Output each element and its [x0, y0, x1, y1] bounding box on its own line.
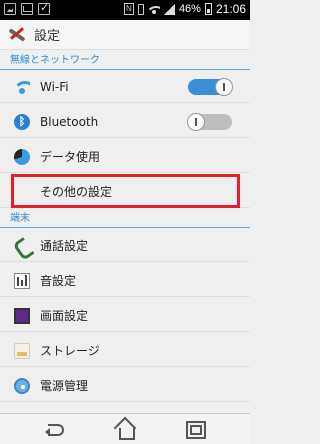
settings-item-bluetooth[interactable]: ᛒ Bluetooth [0, 106, 250, 138]
settings-item-label: Bluetooth [40, 114, 99, 129]
settings-item-label: データ使用 [40, 150, 101, 164]
display-icon [14, 307, 30, 324]
battery-icon [204, 3, 212, 15]
wifi-icon [14, 79, 30, 95]
nfc-icon: N [123, 3, 134, 15]
settings-item-label: 画面設定 [40, 309, 89, 323]
battery-percent: 46% [178, 3, 201, 15]
image-notification-icon [4, 3, 16, 15]
settings-item-label: ストレージ [40, 344, 100, 358]
bluetooth-icon: ᛒ [14, 113, 30, 130]
bluetooth-toggle[interactable] [187, 113, 232, 131]
settings-item-call[interactable]: 通話設定 [0, 230, 250, 262]
clock: 21:06 [215, 2, 246, 16]
storage-icon [14, 342, 30, 359]
signal-icon [163, 3, 175, 15]
back-icon[interactable] [44, 418, 68, 440]
notification-icons [4, 1, 50, 15]
status-bar: N 46% 21:06 [0, 0, 250, 20]
settings-item-label: 音設定 [40, 274, 77, 288]
settings-item-data-usage[interactable]: データ使用 [0, 141, 250, 173]
data-usage-icon [14, 148, 30, 165]
wifi-toggle[interactable] [188, 78, 233, 96]
toggle-knob [187, 113, 205, 131]
phone-icon [14, 238, 30, 254]
recent-apps-icon[interactable] [183, 418, 207, 440]
settings-item-label: Wi-Fi [40, 79, 69, 94]
home-icon[interactable] [113, 418, 137, 440]
settings-item-power[interactable]: 電源管理 [0, 370, 250, 402]
settings-tools-icon[interactable] [6, 24, 28, 46]
settings-item-wifi[interactable]: Wi-Fi [0, 71, 250, 103]
wifi-status-icon [147, 4, 160, 14]
section-header-wireless: 無線とネットワーク [0, 52, 250, 70]
check-notification-icon [38, 1, 50, 15]
section-header-device: 端末 [0, 210, 250, 228]
settings-item-label: 電源管理 [40, 379, 89, 393]
settings-item-storage[interactable]: ストレージ [0, 335, 250, 367]
navigation-bar [0, 413, 250, 444]
system-icons: N 46% 21:06 [123, 2, 246, 16]
vibrate-icon [137, 3, 144, 15]
settings-item-sound[interactable]: 音設定 [0, 265, 250, 297]
mail-notification-icon [21, 3, 33, 15]
power-icon [14, 377, 30, 394]
settings-item-label: 通話設定 [40, 239, 89, 253]
page-title: 設定 [34, 29, 61, 44]
sound-icon [14, 272, 30, 289]
highlight-box [11, 174, 240, 208]
action-bar: 設定 [0, 20, 250, 50]
settings-item-display[interactable]: 画面設定 [0, 300, 250, 332]
toggle-knob [215, 78, 233, 96]
